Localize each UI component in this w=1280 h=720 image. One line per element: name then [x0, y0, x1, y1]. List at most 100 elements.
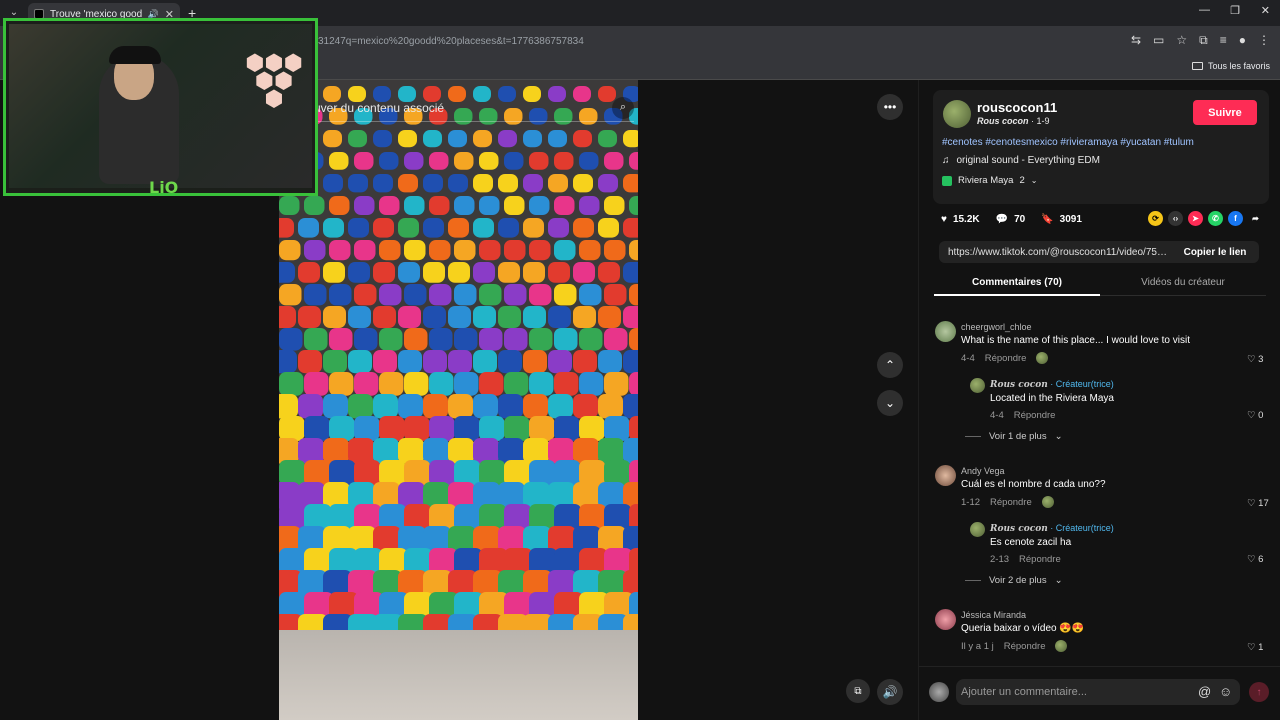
previous-video-button[interactable]: ⌃	[877, 352, 903, 378]
share-buttons: ⟳ ‹› ➤ ✆ f ➦	[1148, 211, 1263, 226]
maximize-button[interactable]: ❐	[1230, 4, 1240, 17]
close-window-button[interactable]: ✕	[1261, 4, 1270, 17]
reply-button[interactable]: Répondre	[1014, 410, 1056, 421]
comment-input[interactable]: Ajouter un commentaire... @ ☺	[956, 679, 1240, 705]
comment-like-button[interactable]: ♡ 3	[1247, 354, 1263, 365]
reply-like-button[interactable]: ♡ 6	[1247, 554, 1263, 565]
divider-line	[965, 436, 981, 437]
hexagon-light-icon: ⬢⬢⬢ ⬢⬢ ⬢	[245, 50, 303, 111]
reply-button[interactable]: Répondre	[1004, 641, 1046, 652]
tab-comments[interactable]: Commentaires (70)	[934, 272, 1100, 296]
comment-avatar[interactable]	[935, 321, 956, 342]
view-more-label: Voir 2 de plus	[989, 575, 1047, 586]
post-date: · 1-9	[1031, 116, 1050, 126]
bookmark-icon: 🔖	[1041, 213, 1054, 225]
follow-button[interactable]: Suivre	[1193, 100, 1257, 125]
comment-date: 1-12	[961, 496, 981, 508]
location-name: Riviera Maya	[958, 175, 1014, 186]
reply-avatar[interactable]	[970, 378, 985, 393]
cast-icon[interactable]: ▭	[1153, 33, 1164, 48]
save-button[interactable]: 🔖 3091	[1041, 214, 1082, 225]
reply-button[interactable]: Répondre	[1019, 554, 1061, 565]
send-to-friends-icon[interactable]: ➤	[1188, 211, 1203, 226]
comment-username[interactable]: cheergworl_chloe	[961, 322, 1190, 332]
chevron-down-icon: ⌄	[1054, 431, 1063, 442]
comment-username[interactable]: Jéssica Miranda	[961, 610, 1084, 620]
reply-username[interactable]: Rous cocon	[990, 524, 1048, 534]
reply-text: Es cenote zacil ha	[990, 537, 1072, 548]
floor-image	[279, 630, 638, 720]
comment-avatar[interactable]	[935, 465, 956, 486]
url-field[interactable]: 31247q=mexico%20goodd%20placeses&t=17763…	[318, 36, 584, 47]
like-button[interactable]: ♥ 15.2K	[941, 214, 980, 225]
picture-in-picture-icon[interactable]: ⧉	[846, 679, 870, 703]
all-bookmarks-button[interactable]: Tous les favoris	[1191, 61, 1270, 71]
reply-username[interactable]: Rous cocon	[990, 380, 1048, 390]
author-username[interactable]: rouscocon11	[977, 100, 1057, 115]
comment-item: Andy Vega Cuál es el nombre d cada uno??…	[961, 466, 1106, 508]
engagement-bar: ♥ 15.2K 💬 70 🔖 3091 ⟳ ‹› ➤ ✆ f ➦	[941, 208, 1271, 230]
next-video-button[interactable]: ⌄	[877, 390, 903, 416]
tab-creator-videos[interactable]: Vidéos du créateur	[1100, 272, 1266, 296]
creator-liked-avatar	[1036, 352, 1049, 364]
reply-like-button[interactable]: ♡ 0	[1247, 410, 1263, 421]
comment-like-button[interactable]: ♡ 17	[1247, 498, 1269, 509]
view-more-replies-button[interactable]: Voir 2 de plus ⌄	[965, 575, 1063, 586]
comments-tabs: Commentaires (70) Vidéos du créateur	[934, 272, 1266, 296]
details-panel: rouscocon11 Rous cocon · 1-9 Suivre #cen…	[918, 80, 1280, 720]
facebook-icon[interactable]: f	[1228, 211, 1243, 226]
heart-icon: ♥	[941, 213, 947, 225]
divider-line	[965, 580, 981, 581]
volume-icon[interactable]: 🔊	[877, 679, 903, 705]
reply-button[interactable]: Répondre	[985, 353, 1027, 364]
save-count: 3091	[1059, 213, 1082, 225]
reply-date: 2-13	[990, 554, 1010, 565]
send-comment-button[interactable]: ↑	[1249, 682, 1269, 702]
embed-icon[interactable]: ‹›	[1168, 211, 1183, 226]
author-avatar[interactable]	[943, 100, 971, 128]
related-search-bar[interactable]: uver du contenu associé ⌕	[314, 94, 634, 122]
all-bookmarks-label: Tous les favoris	[1207, 61, 1270, 71]
comment-text: What is the name of this place... I woul…	[961, 335, 1190, 346]
translate-icon[interactable]: ⇆	[1131, 33, 1141, 48]
menu-kebab-icon[interactable]: ⋮	[1258, 33, 1270, 48]
repost-icon[interactable]: ⟳	[1148, 211, 1163, 226]
reply-avatar[interactable]	[970, 522, 985, 537]
search-icon[interactable]: ⌕	[612, 96, 634, 119]
emoji-icon[interactable]: ☺	[1219, 684, 1232, 699]
location-count: 2	[1019, 175, 1025, 186]
reply-button[interactable]: Répondre	[990, 497, 1032, 508]
folder-icon	[1191, 62, 1203, 70]
more-options-button[interactable]: •••	[877, 94, 903, 120]
creator-badge: · Créateur(trice)	[1050, 379, 1114, 389]
comment-like-count: 3	[1258, 354, 1264, 365]
comment-like-button[interactable]: ♡ 1	[1247, 642, 1263, 653]
comment-button[interactable]: 💬 70	[996, 214, 1026, 225]
mention-icon[interactable]: @	[1198, 684, 1211, 699]
video-player[interactable]	[279, 80, 638, 720]
like-count: 15.2K	[952, 213, 980, 225]
share-arrow-icon[interactable]: ➦	[1248, 211, 1263, 226]
location-row[interactable]: Riviera Maya 2 ⌄	[942, 175, 1037, 186]
comment-count: 70	[1014, 213, 1026, 225]
comment-icon: 💬	[995, 213, 1009, 225]
video-link[interactable]: https://www.tiktok.com/@rouscocon11/vide…	[939, 247, 1171, 258]
minimize-button[interactable]: —	[1199, 4, 1210, 16]
comment-text: Queria baixar o vídeo 😍😍	[961, 623, 1085, 634]
profile-avatar-icon[interactable]: ●	[1239, 33, 1246, 48]
media-icon[interactable]: ≡	[1220, 33, 1227, 48]
view-more-replies-button[interactable]: Voir 1 de plus ⌄	[965, 431, 1063, 442]
comment-avatar[interactable]	[935, 609, 956, 630]
reply-text: Located in the Riviera Maya	[990, 393, 1114, 404]
comment-username[interactable]: Andy Vega	[961, 466, 1106, 476]
chevron-down-icon: ⌄	[1030, 176, 1038, 185]
comment-placeholder: Ajouter un commentaire...	[961, 686, 1087, 698]
copy-link-button[interactable]: Copier le lien	[1171, 247, 1259, 258]
creator-liked-avatar	[1041, 496, 1054, 508]
sound-row[interactable]: ♫ original sound - Everything EDM	[942, 155, 1100, 166]
comment-text: Cuál es el nombre d cada uno??	[961, 479, 1106, 490]
whatsapp-icon[interactable]: ✆	[1208, 211, 1223, 226]
bookmark-star-icon[interactable]: ☆	[1176, 33, 1187, 48]
extensions-icon[interactable]: ⧉	[1199, 33, 1208, 48]
hashtags[interactable]: #cenotes #cenotesmexico #rivieramaya #yu…	[942, 137, 1194, 148]
